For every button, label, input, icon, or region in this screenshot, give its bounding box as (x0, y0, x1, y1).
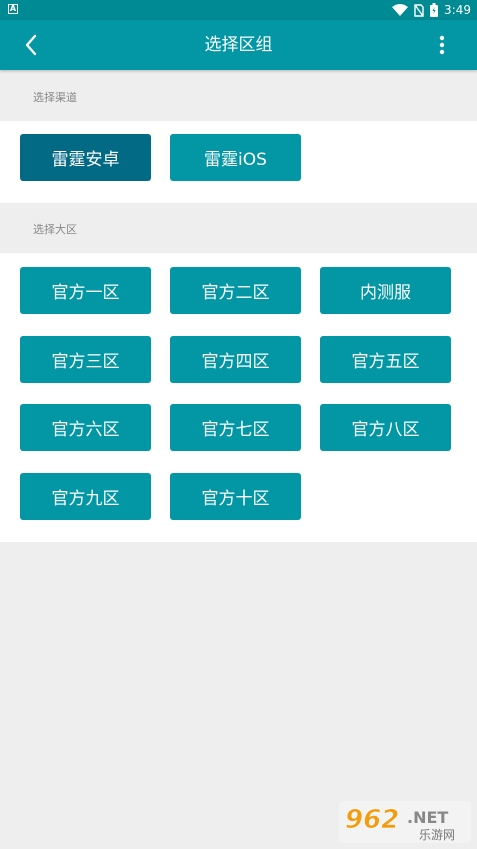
region-option-3[interactable]: 官方三区 (20, 336, 151, 383)
region-option-4[interactable]: 官方四区 (170, 336, 301, 383)
sim-off-icon (414, 3, 424, 17)
region-option-5[interactable]: 官方五区 (320, 336, 451, 383)
region-option-beta[interactable]: 内测服 (320, 267, 451, 314)
region-option-6[interactable]: 官方六区 (20, 404, 151, 451)
status-icons: 3:49 (392, 2, 471, 18)
channel-panel: 雷霆安卓 雷霆iOS (0, 121, 477, 203)
app-bar: 选择区组 (0, 20, 477, 70)
more-menu-button[interactable] (437, 30, 447, 60)
region-option-9[interactable]: 官方九区 (20, 473, 151, 520)
status-bar: A 3:49 (0, 0, 477, 20)
region-option-2[interactable]: 官方二区 (170, 267, 301, 314)
svg-text:乐游网: 乐游网 (419, 828, 455, 842)
clock: 3:49 (444, 3, 471, 17)
channel-section-label: 选择渠道 (33, 91, 77, 104)
region-option-7[interactable]: 官方七区 (170, 404, 301, 451)
wifi-icon (392, 4, 409, 16)
channel-option-ios[interactable]: 雷霆iOS (170, 134, 301, 181)
svg-text:962: 962 (345, 805, 399, 835)
page-title: 选择区组 (204, 35, 273, 55)
watermark-logo: 962 .NET 乐游网 (339, 801, 471, 843)
region-section-label: 选择大区 (33, 223, 77, 236)
channel-option-android[interactable]: 雷霆安卓 (20, 134, 151, 181)
region-option-10[interactable]: 官方十区 (170, 473, 301, 520)
more-vertical-icon (439, 35, 445, 55)
region-panel: 官方一区 官方二区 内测服 官方三区 官方四区 官方五区 官方六区 官方七区 官… (0, 253, 477, 542)
battery-icon (430, 3, 439, 17)
region-option-8[interactable]: 官方八区 (320, 404, 451, 451)
region-option-1[interactable]: 官方一区 (20, 267, 151, 314)
svg-text:.NET: .NET (407, 808, 448, 827)
notification-badge: A (8, 4, 18, 14)
